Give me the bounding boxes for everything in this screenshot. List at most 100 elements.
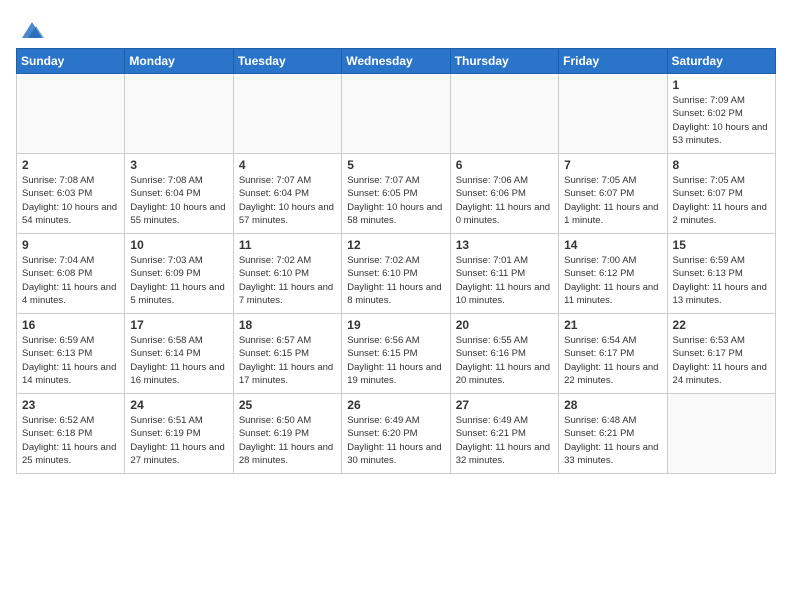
- day-info-text: Daylight: 11 hours and 17 minutes.: [239, 361, 336, 388]
- day-number: 10: [130, 238, 227, 252]
- day-number: 8: [673, 158, 770, 172]
- day-info-text: Sunrise: 6:57 AM: [239, 334, 336, 347]
- day-info-text: Daylight: 11 hours and 0 minutes.: [456, 201, 553, 228]
- day-info-text: Sunset: 6:15 PM: [239, 347, 336, 360]
- calendar-cell: 11Sunrise: 7:02 AMSunset: 6:10 PMDayligh…: [233, 234, 341, 314]
- day-info-text: Sunrise: 7:09 AM: [673, 94, 770, 107]
- calendar-cell: 9Sunrise: 7:04 AMSunset: 6:08 PMDaylight…: [17, 234, 125, 314]
- day-info-text: Sunrise: 6:49 AM: [347, 414, 444, 427]
- day-number: 3: [130, 158, 227, 172]
- calendar-cell: 17Sunrise: 6:58 AMSunset: 6:14 PMDayligh…: [125, 314, 233, 394]
- day-info-text: Sunrise: 7:02 AM: [347, 254, 444, 267]
- day-info-text: Sunset: 6:13 PM: [22, 347, 119, 360]
- day-number: 11: [239, 238, 336, 252]
- page-header: [16, 16, 776, 38]
- weekday-header-friday: Friday: [559, 49, 667, 74]
- calendar-cell: 25Sunrise: 6:50 AMSunset: 6:19 PMDayligh…: [233, 394, 341, 474]
- calendar-cell: 26Sunrise: 6:49 AMSunset: 6:20 PMDayligh…: [342, 394, 450, 474]
- calendar-week-row-3: 9Sunrise: 7:04 AMSunset: 6:08 PMDaylight…: [17, 234, 776, 314]
- day-info-text: Daylight: 11 hours and 1 minute.: [564, 201, 661, 228]
- calendar-cell: [342, 74, 450, 154]
- calendar-week-row-2: 2 Sunrise: 7:08 AM Sunset: 6:03 PM Daylight…: [17, 154, 776, 234]
- day-number: 21: [564, 318, 661, 332]
- calendar-cell: 12Sunrise: 7:02 AMSunset: 6:10 PMDayligh…: [342, 234, 450, 314]
- weekday-header-wednesday: Wednesday: [342, 49, 450, 74]
- calendar-cell: 27Sunrise: 6:49 AMSunset: 6:21 PMDayligh…: [450, 394, 558, 474]
- calendar-table: SundayMondayTuesdayWednesdayThursdayFrid…: [16, 48, 776, 474]
- calendar-cell: 19Sunrise: 6:56 AMSunset: 6:15 PMDayligh…: [342, 314, 450, 394]
- day-info-text: Sunrise: 7:06 AM: [456, 174, 553, 187]
- calendar-cell: 6 Sunrise: 7:06 AMSunset: 6:06 PMDaylight…: [450, 154, 558, 234]
- day-info-text: Sunrise: 7:00 AM: [564, 254, 661, 267]
- day-info-text: Daylight: 11 hours and 10 minutes.: [456, 281, 553, 308]
- day-info-text: Daylight: 11 hours and 4 minutes.: [22, 281, 119, 308]
- day-info-text: Sunset: 6:09 PM: [130, 267, 227, 280]
- calendar-cell: 2Sunrise: 7:08 AMSunset: 6:03 PMDaylight…: [17, 154, 125, 234]
- calendar-cell: [667, 394, 775, 474]
- day-info-text: Daylight: 11 hours and 24 minutes.: [673, 361, 770, 388]
- day-info-text: Sunrise: 6:53 AM: [673, 334, 770, 347]
- day-info-text: Sunset: 6:10 PM: [347, 267, 444, 280]
- calendar-cell: [559, 74, 667, 154]
- day-info-text: Daylight: 10 hours and 53 minutes.: [673, 121, 770, 148]
- day-number: 6: [456, 158, 553, 172]
- day-info-text: Sunset: 6:07 PM: [673, 187, 770, 200]
- day-info-text: Sunset: 6:04 PM: [239, 187, 336, 200]
- day-info-text: Sunrise: 6:52 AM: [22, 414, 119, 427]
- day-number: 2: [22, 158, 119, 172]
- day-info-text: Daylight: 11 hours and 25 minutes.: [22, 441, 119, 468]
- day-info-text: Daylight: 11 hours and 32 minutes.: [456, 441, 553, 468]
- calendar-cell: 14Sunrise: 7:00 AMSunset: 6:12 PMDayligh…: [559, 234, 667, 314]
- calendar-cell: 23Sunrise: 6:52 AMSunset: 6:18 PMDayligh…: [17, 394, 125, 474]
- day-info-text: Daylight: 11 hours and 20 minutes.: [456, 361, 553, 388]
- calendar-cell: 3Sunrise: 7:08 AMSunset: 6:04 PMDaylight…: [125, 154, 233, 234]
- day-info-text: Daylight: 10 hours and 58 minutes.: [347, 201, 444, 228]
- logo: [16, 16, 46, 38]
- calendar-cell: 21Sunrise: 6:54 AMSunset: 6:17 PMDayligh…: [559, 314, 667, 394]
- day-info-text: Sunset: 6:11 PM: [456, 267, 553, 280]
- calendar-cell: 16Sunrise: 6:59 AMSunset: 6:13 PMDayligh…: [17, 314, 125, 394]
- day-info-text: Sunset: 6:19 PM: [239, 427, 336, 440]
- day-number: 28: [564, 398, 661, 412]
- day-info-text: Sunset: 6:19 PM: [130, 427, 227, 440]
- day-info-text: Daylight: 11 hours and 22 minutes.: [564, 361, 661, 388]
- calendar-cell: 15Sunrise: 6:59 AMSunset: 6:13 PMDayligh…: [667, 234, 775, 314]
- day-info-text: Daylight: 10 hours and 55 minutes.: [130, 201, 227, 228]
- day-info-text: Sunrise: 7:05 AM: [564, 174, 661, 187]
- calendar-cell: [17, 74, 125, 154]
- day-info-text: Sunset: 6:02 PM: [673, 107, 770, 120]
- calendar-cell: 1Sunrise: 7:09 AMSunset: 6:02 PMDaylight…: [667, 74, 775, 154]
- calendar-cell: 8Sunrise: 7:05 AMSunset: 6:07 PMDaylight…: [667, 154, 775, 234]
- day-number: 26: [347, 398, 444, 412]
- day-info-text: Daylight: 11 hours and 30 minutes.: [347, 441, 444, 468]
- calendar-cell: 10 Sunrise: 7:03 AMSunset: 6:09 PMDayligh…: [125, 234, 233, 314]
- day-number: 22: [673, 318, 770, 332]
- day-info-text: Sunset: 6:03 PM: [22, 187, 119, 200]
- day-info-text: Sunrise: 7:08 AM: [130, 174, 227, 187]
- day-info-text: Daylight: 11 hours and 28 minutes.: [239, 441, 336, 468]
- day-info-text: Sunrise: 6:56 AM: [347, 334, 444, 347]
- day-info-text: Sunset: 6:06 PM: [456, 187, 553, 200]
- day-info-text: Sunset: 6:10 PM: [239, 267, 336, 280]
- day-info-text: Sunrise: 6:55 AM: [456, 334, 553, 347]
- weekday-header-monday: Monday: [125, 49, 233, 74]
- day-number: 19: [347, 318, 444, 332]
- calendar-cell: 4Sunrise: 7:07 AMSunset: 6:04 PMDaylight…: [233, 154, 341, 234]
- day-info-text: Sunset: 6:07 PM: [564, 187, 661, 200]
- calendar-cell: 13Sunrise: 7:01 AMSunset: 6:11 PMDayligh…: [450, 234, 558, 314]
- day-info-text: Daylight: 11 hours and 2 minutes.: [673, 201, 770, 228]
- day-number: 27: [456, 398, 553, 412]
- calendar-week-row-1: 1Sunrise: 7:09 AMSunset: 6:02 PMDaylight…: [17, 74, 776, 154]
- day-info-text: Daylight: 11 hours and 5 minutes.: [130, 281, 227, 308]
- day-info-text: Sunrise: 7:02 AM: [239, 254, 336, 267]
- day-info-text: Sunrise: 7:03 AM: [130, 254, 227, 267]
- day-number: 9: [22, 238, 119, 252]
- day-info-text: Sunset: 6:12 PM: [564, 267, 661, 280]
- day-info-text: Daylight: 11 hours and 27 minutes.: [130, 441, 227, 468]
- calendar-cell: 7Sunrise: 7:05 AMSunset: 6:07 PMDaylight…: [559, 154, 667, 234]
- day-info-text: Sunset: 6:18 PM: [22, 427, 119, 440]
- weekday-header-thursday: Thursday: [450, 49, 558, 74]
- day-number: 13: [456, 238, 553, 252]
- day-info-text: Sunrise: 6:59 AM: [673, 254, 770, 267]
- day-info-text: Sunset: 6:16 PM: [456, 347, 553, 360]
